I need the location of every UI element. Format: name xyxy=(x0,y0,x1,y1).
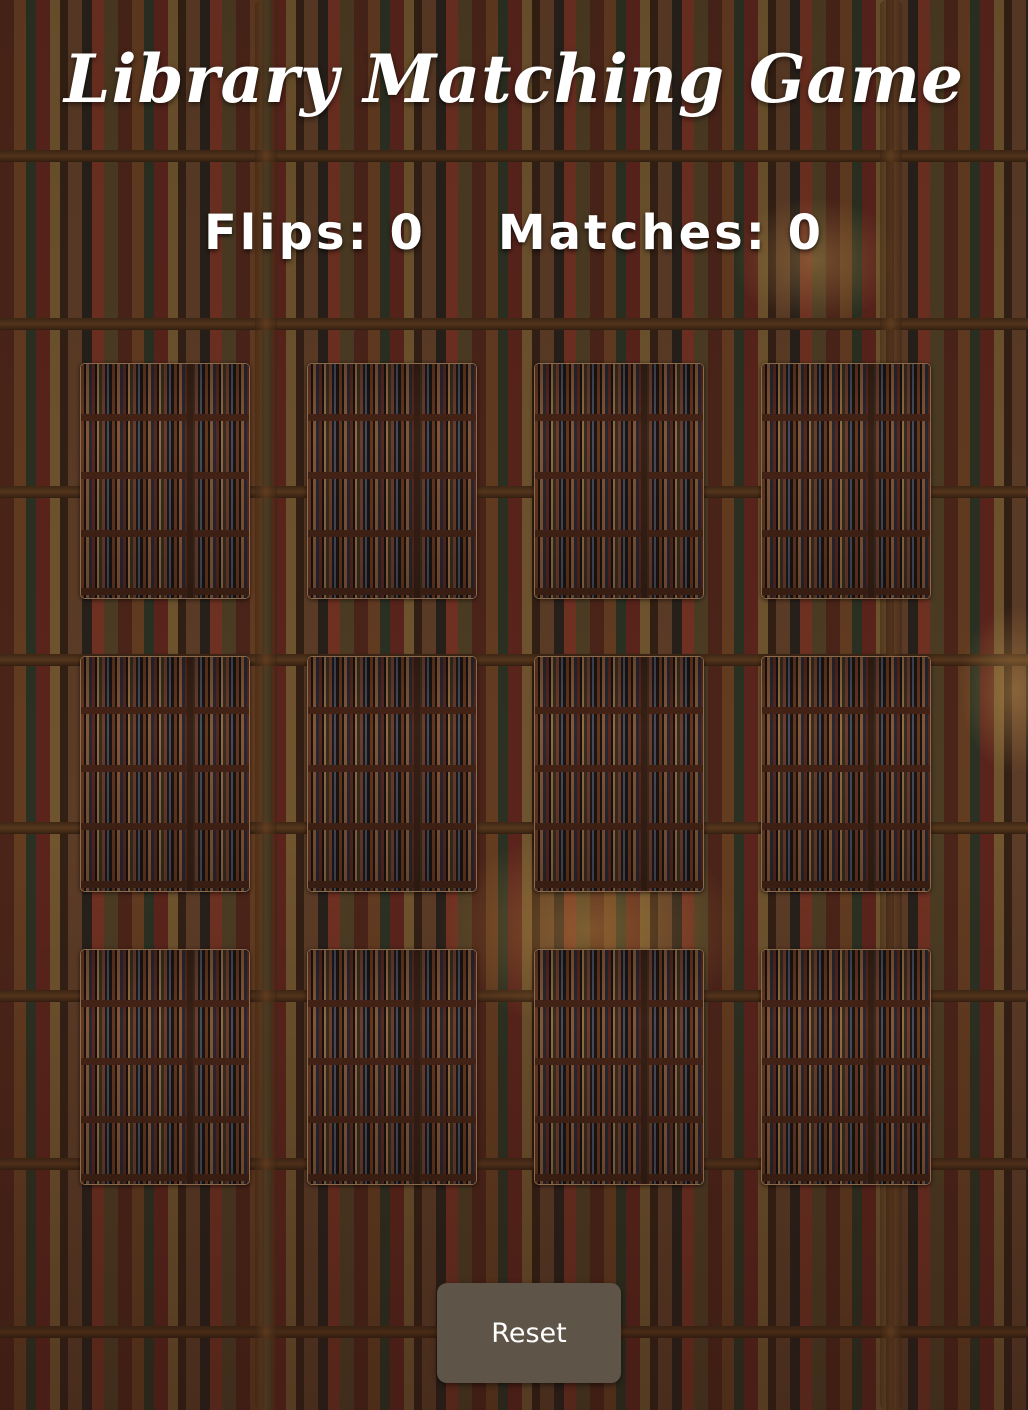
flips-counter: Flips: 0 xyxy=(204,205,426,261)
game-title: Library Matching Game xyxy=(64,40,964,118)
memory-card[interactable] xyxy=(534,949,704,1185)
bookshelf-icon xyxy=(535,950,703,1184)
flips-value: 0 xyxy=(389,205,426,261)
bookshelf-icon xyxy=(81,364,249,598)
card-grid xyxy=(80,363,931,1185)
memory-card[interactable] xyxy=(307,363,477,599)
bookshelf-icon xyxy=(762,950,930,1184)
reset-button[interactable]: Reset xyxy=(437,1283,621,1383)
bookshelf-icon xyxy=(81,950,249,1184)
memory-card[interactable] xyxy=(307,656,477,892)
matches-label: Matches: xyxy=(497,205,788,261)
matches-counter: Matches: 0 xyxy=(498,205,824,261)
memory-card[interactable] xyxy=(307,949,477,1185)
bookshelf-icon xyxy=(308,364,476,598)
bookshelf-icon xyxy=(535,657,703,891)
memory-card[interactable] xyxy=(534,656,704,892)
memory-card[interactable] xyxy=(80,656,250,892)
stats-bar: Flips: 0 Matches: 0 xyxy=(0,205,1028,261)
memory-card[interactable] xyxy=(761,363,931,599)
bookshelf-icon xyxy=(81,657,249,891)
memory-card[interactable] xyxy=(80,949,250,1185)
memory-card[interactable] xyxy=(534,363,704,599)
bookshelf-icon xyxy=(762,657,930,891)
memory-card[interactable] xyxy=(80,363,250,599)
memory-card[interactable] xyxy=(761,949,931,1185)
bookshelf-icon xyxy=(762,364,930,598)
bookshelf-icon xyxy=(535,364,703,598)
flips-label: Flips: xyxy=(203,205,390,261)
matches-value: 0 xyxy=(787,205,825,261)
bookshelf-icon xyxy=(308,657,476,891)
bookshelf-icon xyxy=(308,950,476,1184)
memory-card[interactable] xyxy=(761,656,931,892)
